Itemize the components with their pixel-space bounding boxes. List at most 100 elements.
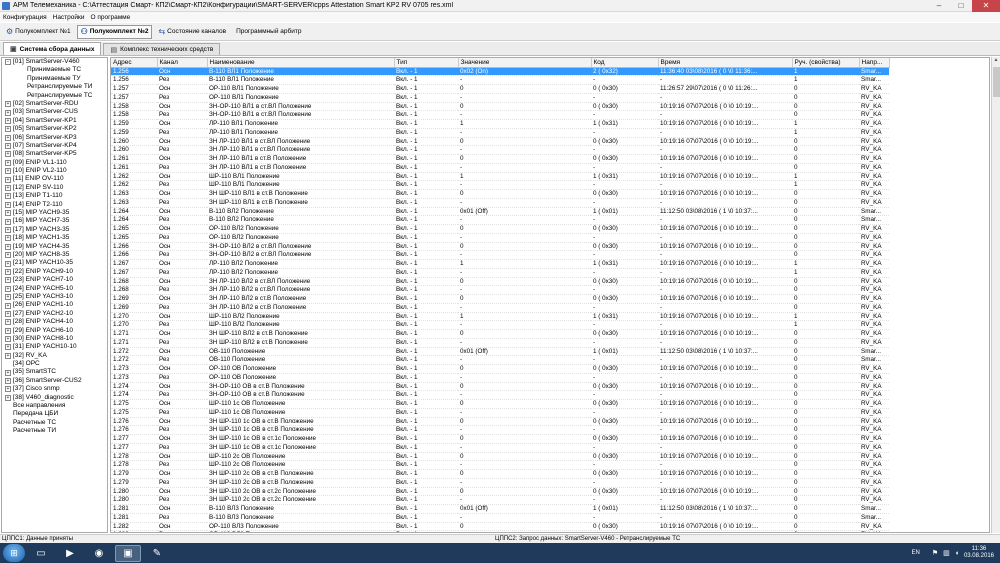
expand-icon[interactable]: + [5,168,11,175]
tree-item[interactable]: + [13] ENIP T1-110 [2,192,107,200]
tree-item[interactable]: + [19] MIP YACH4-35 [2,243,107,251]
expand-icon[interactable]: + [5,310,11,317]
expand-icon[interactable]: + [5,277,11,284]
tree-item[interactable]: Передача ЦБИ [2,410,107,418]
tree-item[interactable]: + [26] ENIP YACH1-10 [2,301,107,309]
expand-icon[interactable]: + [5,117,11,124]
table-row[interactable]: 1.271 Рез ЗН ШР-110 ВЛ2 в ст.В Положение Вк… [111,338,889,348]
expand-icon[interactable]: + [5,109,11,116]
toolbar-button-4[interactable]: Программный арбитр [232,25,305,39]
column-header[interactable]: Напр... [859,58,890,68]
folder-icon[interactable]: ▭ [28,545,54,562]
table-row[interactable]: 1.274 Осн ЗН-ОР-110 ОВ в ст.В Положение Вкл… [111,382,889,392]
table-row[interactable]: 1.263 Осн ЗН ШР-110 ВЛ1 в ст.В Положение Вк… [111,189,889,199]
telemechanics-app-icon[interactable]: ▣ [115,544,141,562]
tab-1[interactable]: ▣ Система сбора данных [3,42,102,55]
table-row[interactable]: 1.269 Рез ЗН ЛР-110 ВЛ2 в ст.В Положение Вк… [111,303,889,313]
table-row[interactable]: 1.264 Осн В-110 ВЛ2 Положение Вкл. - 1 0x01 … [111,207,889,217]
table-row[interactable]: 1.277 Рез ЗН ШР-110 1с ОВ в ст.1с Положени… [111,443,889,453]
table-row[interactable]: 1.275 Рез ШР-110 1с ОВ Положение Вкл. - 1--… [111,408,889,418]
tree-item[interactable]: + [21] MIP YACH10-35 [2,259,107,267]
tree-item[interactable]: + [04] SmartServer-KP1 [2,117,107,125]
tree-item[interactable]: + [31] ENIP YACH10-10 [2,343,107,351]
table-row[interactable]: 1.278 Осн ШР-110 2с ОВ Положение Вкл. - 100… [111,452,889,462]
table-row[interactable]: 1.262 Осн ШР-110 ВЛ1 Положение Вкл. - 111 (… [111,172,889,182]
tree-item[interactable]: Все направления [2,402,107,410]
tree-item[interactable]: Расчетные ТИ [2,427,107,435]
table-row[interactable]: 1.275 Осн ШР-110 1с ОВ Положение Вкл. - 100… [111,399,889,409]
column-header[interactable]: Канал [157,58,208,68]
expand-icon[interactable]: + [5,302,11,309]
expand-icon[interactable]: + [5,193,11,200]
table-row[interactable]: 1.272 Рез ОВ-110 Положение Вкл. - 1- - -0 Smar… [111,355,889,365]
expand-icon[interactable]: + [5,151,11,158]
scroll-up-icon[interactable]: ▲ [992,57,1000,65]
toolbar-button-2[interactable]: ⚇ Полукомплект №2 [76,24,153,39]
expand-icon[interactable]: + [5,352,11,359]
expand-icon[interactable]: + [5,294,11,301]
tree-item[interactable]: + [02] SmartServer-RDU [2,100,107,108]
table-row[interactable]: 1.263 Рез ЗН ШР-110 ВЛ1 в ст.В Положение Вк… [111,198,889,208]
media-player-icon[interactable]: ▶ [57,545,83,562]
tab-2[interactable]: ▤ Комплекс технических средств [103,43,221,55]
table-row[interactable]: 1.282 Осн ОР-110 ВЛ3 Положение Вкл. - 100 (… [111,522,889,532]
tree-item[interactable]: + [08] SmartServer-KP5 [2,150,107,158]
table-row[interactable]: 1.271 Осн ЗН ШР-110 ВЛ2 в ст.В Положение Вк… [111,329,889,339]
tree-item[interactable]: + [38] V460_diagnostic [2,394,107,402]
expand-icon[interactable]: + [5,134,11,141]
expand-icon[interactable]: + [5,227,11,233]
table-row[interactable]: 1.279 Рез ЗН ШР-110 2с ОВ в ст.В Положение… [111,478,889,488]
table-row[interactable]: 1.268 Осн ЗН ЛР-110 ВЛ2 в ст.ВЛ Положение В… [111,277,889,287]
table-row[interactable]: 1.259 Рез ЛР-110 ВЛ1 Положение Вкл. - 1---1… [111,128,889,138]
tree-item[interactable]: + [18] MIP YACH1-35 [2,234,107,242]
table-row[interactable]: 1.267 Осн ЛР-110 ВЛ2 Положение Вкл. - 111 (… [111,259,889,269]
expand-icon[interactable]: + [5,176,11,183]
maximize-button[interactable]: □ [950,0,972,12]
volume-icon[interactable]: ◖ [955,550,959,557]
tree-item[interactable]: Ретранслируемые ТС [2,92,107,100]
tree-item[interactable]: + [20] MIP YACH8-35 [2,251,107,259]
tree-item[interactable]: + [07] SmartServer-KP4 [2,142,107,150]
table-row[interactable]: 1.261 Рез ЗН ЛР-110 ВЛ1 в ст.В Положение Вк… [111,163,889,173]
expand-icon[interactable]: + [5,252,11,259]
menu-item-configuration[interactable]: Конфигурация [3,14,47,21]
table-row[interactable]: 1.270 Осн ШР-110 ВЛ2 Положение Вкл. - 111 (… [111,312,889,322]
table-row[interactable]: 1.282РезОР-110 ВЛ3 ПоложениеВкл. - 1---0… [111,530,889,532]
table-row[interactable]: 1.258 Рез ЗН-ОР-110 ВЛ1 в ст.ВЛ Положение В… [111,110,889,120]
table-row[interactable]: 1.276 Осн ЗН ШР-110 1с ОВ в ст.В Положение… [111,417,889,427]
tree-item[interactable]: + [27] ENIP YACH2-10 [2,310,107,318]
expand-icon[interactable]: + [5,319,11,326]
vertical-scrollbar[interactable]: ▲ [991,57,1000,533]
network-icon[interactable]: ▥ [943,549,950,557]
expand-icon[interactable]: + [5,327,11,334]
tree-item[interactable]: + [23] ENIP YACH7-10 [2,276,107,284]
device-tree[interactable]: − [01] SmartServer-V460 Принимаемые ТС Прин… [1,57,108,533]
tree-item[interactable]: + [17] MIP YACH3-35 [2,226,107,234]
table-row[interactable]: 1.270 Рез ШР-110 ВЛ2 Положение Вкл. - 1---1… [111,320,889,330]
table-row[interactable]: 1.269 Осн ЗН ЛР-110 ВЛ2 в ст.В Положение Вк… [111,294,889,304]
clock[interactable]: 11:36 03.08.2016 [964,546,994,560]
expand-icon[interactable]: + [5,201,11,208]
table-row[interactable]: 1.264 Рез В-110 ВЛ2 Положение Вкл. - 1---0S… [111,215,889,225]
menu-item-settings[interactable]: Настройки [53,14,85,21]
tree-item[interactable]: + [09] ENIP VL1-110 [2,159,107,167]
close-button[interactable]: ✕ [972,0,1000,12]
tree-item[interactable]: + [05] SmartServer-KP2 [2,125,107,133]
expand-icon[interactable]: + [5,336,11,343]
table-row[interactable]: 1.273 Осн ОР-110 ОВ Положение Вкл. - 100 ( … [111,364,889,374]
table-row[interactable]: 1.267 Рез ЛР-110 ВЛ2 Положение Вкл. - 1---1… [111,268,889,278]
toolbar-button-1[interactable]: ⚙ Полукомплект №1 [2,25,75,39]
tree-item[interactable]: Ретранслируемые ТИ [2,83,107,91]
column-header[interactable]: Значение [458,58,592,68]
table-row[interactable]: 1.280 Рез ЗН ШР-110 2с ОВ в ст.2с Положени… [111,495,889,505]
column-header[interactable]: Время [658,58,793,68]
tree-item[interactable]: + [37] Cisco snmp [2,385,107,393]
tree-item[interactable]: + [24] ENIP YACH5-10 [2,285,107,293]
minimize-button[interactable]: – [928,0,950,12]
start-button[interactable]: ⊞ [3,544,25,562]
table-row[interactable]: 1.280 Осн ЗН ШР-110 2с ОВ в ст.2с Положени… [111,487,889,497]
tree-item[interactable]: Расчетные ТС [2,419,107,427]
table-row[interactable]: 1.278 Рез ШР-110 2с ОВ Положение Вкл. - 1--… [111,460,889,470]
expand-icon[interactable]: + [5,235,11,242]
tree-item[interactable]: + [16] MIP YACH7-35 [2,217,107,225]
